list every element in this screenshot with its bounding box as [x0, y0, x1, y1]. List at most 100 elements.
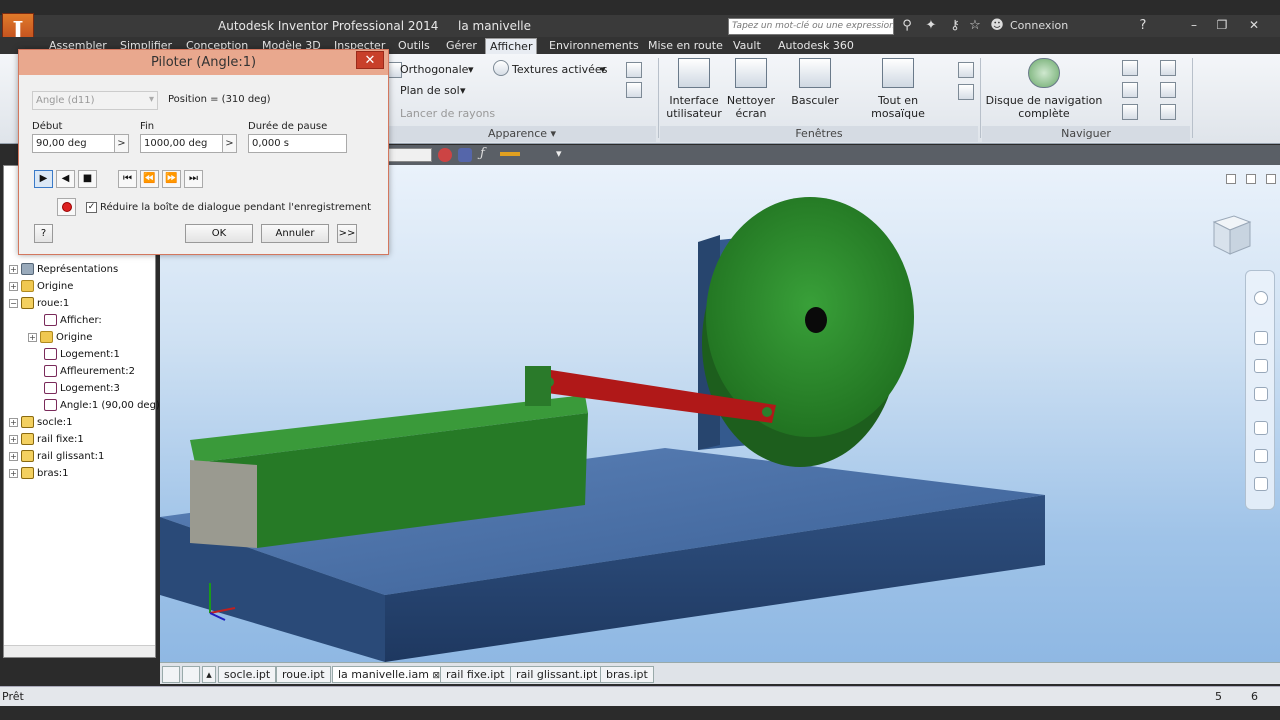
start-arrow-icon[interactable]: >	[114, 134, 129, 153]
orbit-icon[interactable]	[1122, 104, 1138, 120]
ray-tracing-button[interactable]: Lancer de rayons	[400, 107, 495, 120]
tree-item-origin[interactable]: + Origine	[9, 279, 73, 295]
cancel-button[interactable]: Annuler	[261, 224, 329, 243]
viewport-close-icon[interactable]	[1266, 174, 1276, 184]
minimize-during-recording-checkbox[interactable]: ✓	[86, 202, 97, 213]
tile-docs-icon[interactable]	[162, 666, 180, 683]
arrange-icon[interactable]	[958, 84, 974, 100]
zoom-icon[interactable]	[1254, 359, 1268, 373]
doc-tab-rail-glissant[interactable]: rail glissant.ipt	[510, 666, 604, 683]
tab-outils[interactable]: Outils	[394, 38, 434, 54]
orthographic-button[interactable]: Orthogonale	[400, 63, 468, 76]
star-icon[interactable]: ☆	[966, 18, 984, 34]
doc-tab-la-manivelle[interactable]: la manivelle.iam ⊠	[332, 666, 446, 683]
pause-value-input[interactable]: 0,000 s	[248, 134, 347, 153]
tree-item-angle-constraint[interactable]: Angle:1 (90,00 deg)	[44, 398, 160, 414]
tab-afficher[interactable]: Afficher	[485, 38, 538, 54]
help-icon[interactable]: ?	[1134, 18, 1152, 34]
help-search-input[interactable]: Tapez un mot-clé ou une expression	[728, 18, 894, 35]
stop-button[interactable]: ■	[78, 170, 97, 188]
style-icon[interactable]	[458, 148, 472, 162]
step-back-button[interactable]: ⏪	[140, 170, 159, 188]
cascade-icon[interactable]	[958, 62, 974, 78]
fit-icon[interactable]	[1160, 82, 1176, 98]
zoom-selected-icon[interactable]	[1254, 477, 1268, 491]
nav-wheel-button[interactable]: Disque de navigation complète	[984, 58, 1104, 120]
binoculars-icon[interactable]: ⚲	[898, 18, 916, 34]
look-at-icon[interactable]	[1254, 421, 1268, 435]
look-at-icon[interactable]	[1160, 60, 1176, 76]
step-forward-button[interactable]: ⏩	[162, 170, 181, 188]
tree-item-socle[interactable]: + socle:1	[9, 415, 73, 431]
full-nav-wheel-icon[interactable]	[1254, 291, 1268, 305]
reflections-icon[interactable]	[626, 82, 642, 98]
dialog-close-icon[interactable]: ✕	[356, 51, 384, 69]
expand-icon[interactable]: +	[9, 417, 18, 427]
textures-button[interactable]: Textures activées	[512, 63, 607, 76]
pan-icon[interactable]	[1122, 60, 1138, 76]
home-view-icon[interactable]	[1160, 104, 1176, 120]
chevron-down-icon[interactable]: ▾	[556, 147, 562, 160]
ui-button[interactable]: Interface utilisateur	[666, 58, 722, 120]
doc-tab-roue[interactable]: roue.ipt	[276, 666, 331, 683]
doc-tab-socle[interactable]: socle.ipt	[218, 666, 277, 683]
zoom-icon[interactable]	[1122, 82, 1138, 98]
doc-tab-bras[interactable]: bras.ipt	[600, 666, 654, 683]
appearance-panel-title[interactable]: Apparence ▾	[388, 126, 656, 142]
tree-item-rail-glissant[interactable]: + rail glissant:1	[9, 449, 104, 465]
chevron-down-icon[interactable]: ▾	[468, 63, 474, 76]
collapse-icon[interactable]: −	[9, 298, 18, 308]
minimize-icon[interactable]: –	[1184, 17, 1204, 33]
user-icon[interactable]: ☻	[988, 18, 1006, 34]
tools-icon[interactable]: ✦	[922, 18, 940, 34]
tab-autodesk-360[interactable]: Autodesk 360	[774, 38, 858, 54]
close-icon[interactable]: ✕	[1244, 17, 1264, 33]
viewcube-icon[interactable]	[1210, 212, 1252, 258]
dialog-titlebar[interactable]: Piloter (Angle:1) ✕	[19, 50, 388, 75]
tree-item-constraint[interactable]: Logement:3	[44, 381, 120, 397]
expand-icon[interactable]: +	[9, 468, 18, 478]
viewport-minimize-icon[interactable]	[1226, 174, 1236, 184]
tab-vault[interactable]: Vault	[729, 38, 765, 54]
tree-item-bras[interactable]: + bras:1	[9, 466, 69, 482]
tab-mise-en-route[interactable]: Mise en route	[644, 38, 727, 54]
forward-play-button[interactable]: ▶	[34, 170, 53, 188]
chevron-down-icon[interactable]: ▾	[600, 63, 606, 76]
clean-screen-button[interactable]: Nettoyer écran	[726, 58, 776, 120]
constraint-select[interactable]: Angle (d11) ▾	[32, 91, 158, 110]
tile-all-button[interactable]: Tout en mosaïque	[850, 58, 946, 120]
go-to-end-button[interactable]: ⏭	[184, 170, 203, 188]
tab-environnements[interactable]: Environnements	[545, 38, 643, 54]
go-to-start-button[interactable]: ⏮	[118, 170, 137, 188]
tree-item-representations[interactable]: + Représentations	[9, 262, 118, 278]
color-icon[interactable]	[438, 148, 452, 162]
tree-item-rail-fixe[interactable]: + rail fixe:1	[9, 432, 84, 448]
more-options-button[interactable]: >>	[337, 224, 357, 243]
expand-icon[interactable]: +	[9, 434, 18, 444]
function-icon[interactable]: ƒ	[480, 146, 485, 161]
key-icon[interactable]: ⚷	[946, 18, 964, 34]
pan-icon[interactable]	[1254, 331, 1268, 345]
reverse-play-button[interactable]: ◀	[56, 170, 75, 188]
viewport-restore-icon[interactable]	[1246, 174, 1256, 184]
signin-button[interactable]: Connexion	[1010, 19, 1068, 32]
ok-button[interactable]: OK	[185, 224, 253, 243]
expand-icon[interactable]: +	[9, 451, 18, 461]
shadows-icon[interactable]	[626, 62, 642, 78]
tree-item-constraint[interactable]: Affleurement:2	[44, 364, 135, 380]
selection-dropdown[interactable]	[388, 148, 432, 162]
tab-gerer[interactable]: Gérer	[442, 38, 481, 54]
tree-item-constraint[interactable]: Logement:1	[44, 347, 120, 363]
tree-item-view[interactable]: Afficher:	[44, 313, 102, 329]
record-button[interactable]	[57, 198, 76, 216]
doc-menu-icon[interactable]: ▴	[202, 666, 216, 683]
expand-icon[interactable]: +	[28, 332, 37, 342]
cascade-docs-icon[interactable]	[182, 666, 200, 683]
ground-plane-button[interactable]: Plan de sol	[400, 84, 460, 97]
tree-item-origin-roue[interactable]: + Origine	[28, 330, 92, 346]
switch-button[interactable]: Basculer	[788, 58, 842, 107]
orbit-icon[interactable]	[1254, 387, 1268, 401]
zoom-window-icon[interactable]	[1254, 449, 1268, 463]
line-style-icon[interactable]	[500, 152, 520, 156]
browser-horizontal-scrollbar[interactable]	[4, 645, 155, 657]
